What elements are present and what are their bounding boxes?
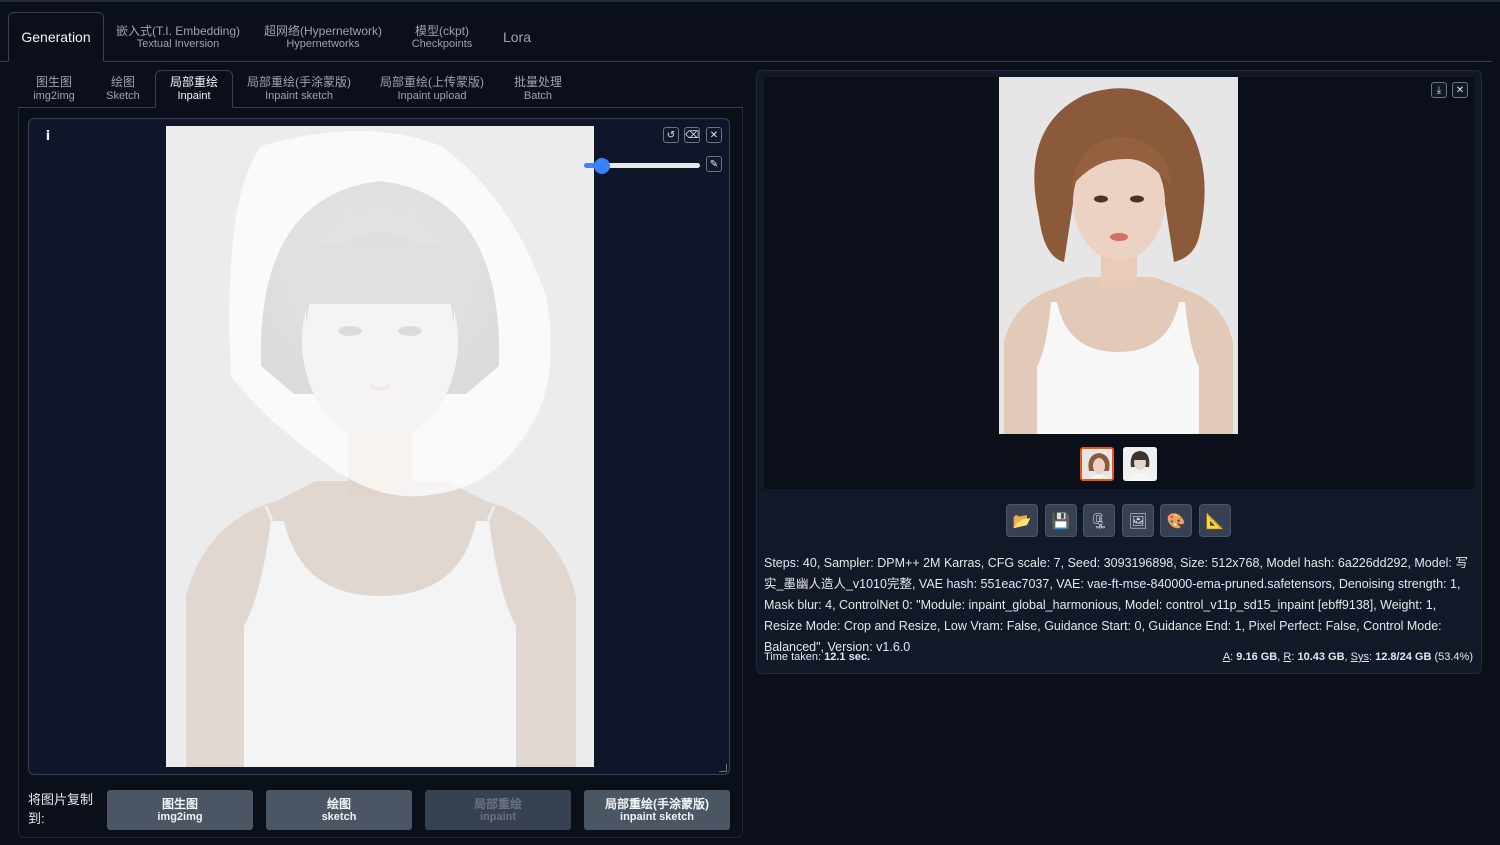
tab-generation[interactable]: Generation xyxy=(8,12,104,62)
subtab-inpaint-upload-cn: 局部重绘(上传蒙版) xyxy=(380,75,484,89)
zip-icon[interactable]: 🗜 xyxy=(1083,504,1115,537)
tab-textual-inversion-cn: 嵌入式(T.I. Embedding) xyxy=(115,23,241,38)
vram-sys-value: 12.8/24 GB xyxy=(1375,651,1432,663)
copy-to-inpaint-sketch-cn: 局部重绘(手涂蒙版) xyxy=(605,796,709,811)
thumbnail-bob-hair xyxy=(1123,447,1157,481)
tab-textual-inversion-en: Textual Inversion xyxy=(136,37,220,50)
copy-to-inpaint-sketch-button[interactable]: 局部重绘(手涂蒙版) inpaint sketch xyxy=(584,790,730,830)
tab-checkpoints-en: Checkpoints xyxy=(411,37,473,50)
vram-r-label: R xyxy=(1283,651,1292,663)
vram-sys-label: Sys xyxy=(1350,651,1370,663)
gallery-thumbnail[interactable] xyxy=(1080,447,1114,481)
subtab-img2img-cn: 图生图 xyxy=(35,75,72,89)
subtab-inpaint-cn: 局部重绘 xyxy=(169,75,218,89)
img2img-subtab-bar: 图生图 img2img 绘图 Sketch 局部重绘 Inpaint 局部重绘(… xyxy=(18,70,743,108)
subtab-sketch-en: Sketch xyxy=(106,90,140,102)
subtab-inpaint-upload-en: Inpaint upload xyxy=(397,90,467,102)
tab-lora[interactable]: Lora xyxy=(495,12,539,62)
tab-lora-label: Lora xyxy=(502,29,532,45)
vram-sys-percent: (53.4%) xyxy=(1434,651,1473,663)
subtab-batch-en: Batch xyxy=(523,90,553,102)
subtab-img2img-en: img2img xyxy=(33,90,75,102)
download-icon[interactable]: ⤓ xyxy=(1431,82,1447,98)
copy-to-inpaint-en: inpaint xyxy=(479,810,517,823)
subtab-batch[interactable]: 批量处理 Batch xyxy=(508,70,568,108)
brush-icon[interactable]: ✎ xyxy=(706,156,722,172)
copy-to-img2img-cn: 图生图 xyxy=(161,796,198,811)
main-tab-bar: Generation 嵌入式(T.I. Embedding) Textual I… xyxy=(0,0,1500,62)
close-icon[interactable]: ✕ xyxy=(706,127,722,143)
inpaint-canvas-editor[interactable]: i ↺ ⌫ ✕ ✎ xyxy=(28,118,730,775)
vram-a-label: A xyxy=(1222,651,1231,663)
gallery-thumbnail[interactable] xyxy=(1123,447,1157,481)
vram-a-value: 9.16 GB xyxy=(1236,651,1278,663)
subtab-inpaint-en: Inpaint xyxy=(177,90,211,102)
time-taken-label: Time taken: xyxy=(764,651,822,663)
brush-size-slider[interactable] xyxy=(584,158,700,174)
portrait-wavy-hair-image xyxy=(999,77,1238,434)
tab-textual-inversion[interactable]: 嵌入式(T.I. Embedding) Textual Inversion xyxy=(110,12,246,62)
tab-generation-label: Generation xyxy=(21,29,91,45)
subtab-inpaint-sketch-cn: 局部重绘(手涂蒙版) xyxy=(247,75,351,89)
subtab-inpaint-sketch-en: Inpaint sketch xyxy=(265,90,333,102)
subtab-batch-cn: 批量处理 xyxy=(513,75,562,89)
palette-icon[interactable]: 🎨 xyxy=(1160,504,1192,537)
subtab-inpaint[interactable]: 局部重绘 Inpaint xyxy=(155,70,233,108)
eraser-icon[interactable]: ⌫ xyxy=(684,127,700,143)
copy-to-sketch-cn: 绘图 xyxy=(326,796,351,811)
time-taken: Time taken: 12.1 sec. xyxy=(764,651,870,663)
tab-checkpoints-cn: 模型(ckpt) xyxy=(414,23,469,38)
subtab-inpaint-upload[interactable]: 局部重绘(上传蒙版) Inpaint upload xyxy=(372,70,492,108)
undo-icon[interactable]: ↺ xyxy=(663,127,679,143)
portrait-bob-hair-image xyxy=(166,126,594,767)
copy-to-label: 将图片复制到: xyxy=(28,792,94,826)
tab-checkpoints[interactable]: 模型(ckpt) Checkpoints xyxy=(400,12,484,62)
ruler-icon[interactable]: 📐 xyxy=(1199,504,1231,537)
subtab-img2img[interactable]: 图生图 img2img xyxy=(24,70,84,108)
vram-r-value: 10.43 GB xyxy=(1297,651,1345,663)
output-image[interactable] xyxy=(999,77,1238,434)
gallery-close-icon[interactable]: ✕ xyxy=(1452,82,1468,98)
save-icon[interactable]: 💾 xyxy=(1045,504,1077,537)
brush-size-thumb[interactable] xyxy=(594,158,610,174)
image-icon[interactable]: 🖼 xyxy=(1122,504,1154,537)
copy-to-sketch-en: sketch xyxy=(321,810,357,823)
time-taken-value: 12.1 sec. xyxy=(824,651,870,663)
vram-usage: A: 9.16 GB, R: 10.43 GB, Sys: 12.8/24 GB… xyxy=(1222,651,1473,663)
info-icon[interactable]: i xyxy=(40,128,56,144)
copy-to-inpaint-cn: 局部重绘 xyxy=(473,796,522,811)
subtab-sketch[interactable]: 绘图 Sketch xyxy=(94,70,152,108)
thumbnail-wavy-hair xyxy=(1082,449,1112,479)
resize-handle[interactable] xyxy=(719,764,727,772)
inpaint-source-image[interactable] xyxy=(166,126,594,767)
subtab-sketch-cn: 绘图 xyxy=(110,75,135,89)
tab-hypernetworks[interactable]: 超网络(Hypernetwork) Hypernetworks xyxy=(258,12,388,62)
copy-to-img2img-button[interactable]: 图生图 img2img xyxy=(107,790,253,830)
tab-hypernetworks-cn: 超网络(Hypernetwork) xyxy=(263,23,383,38)
copy-to-inpaint-sketch-en: inpaint sketch xyxy=(620,810,694,823)
copy-to-img2img-en: img2img xyxy=(157,810,203,823)
copy-to-inpaint-button[interactable]: 局部重绘 inpaint xyxy=(425,790,571,830)
subtab-inpaint-sketch[interactable]: 局部重绘(手涂蒙版) Inpaint sketch xyxy=(240,70,358,108)
generation-info: Steps: 40, Sampler: DPM++ 2M Karras, CFG… xyxy=(764,556,1468,654)
folder-icon[interactable]: 📂 xyxy=(1006,504,1038,537)
copy-to-sketch-button[interactable]: 绘图 sketch xyxy=(266,790,412,830)
tab-hypernetworks-en: Hypernetworks xyxy=(286,37,360,50)
